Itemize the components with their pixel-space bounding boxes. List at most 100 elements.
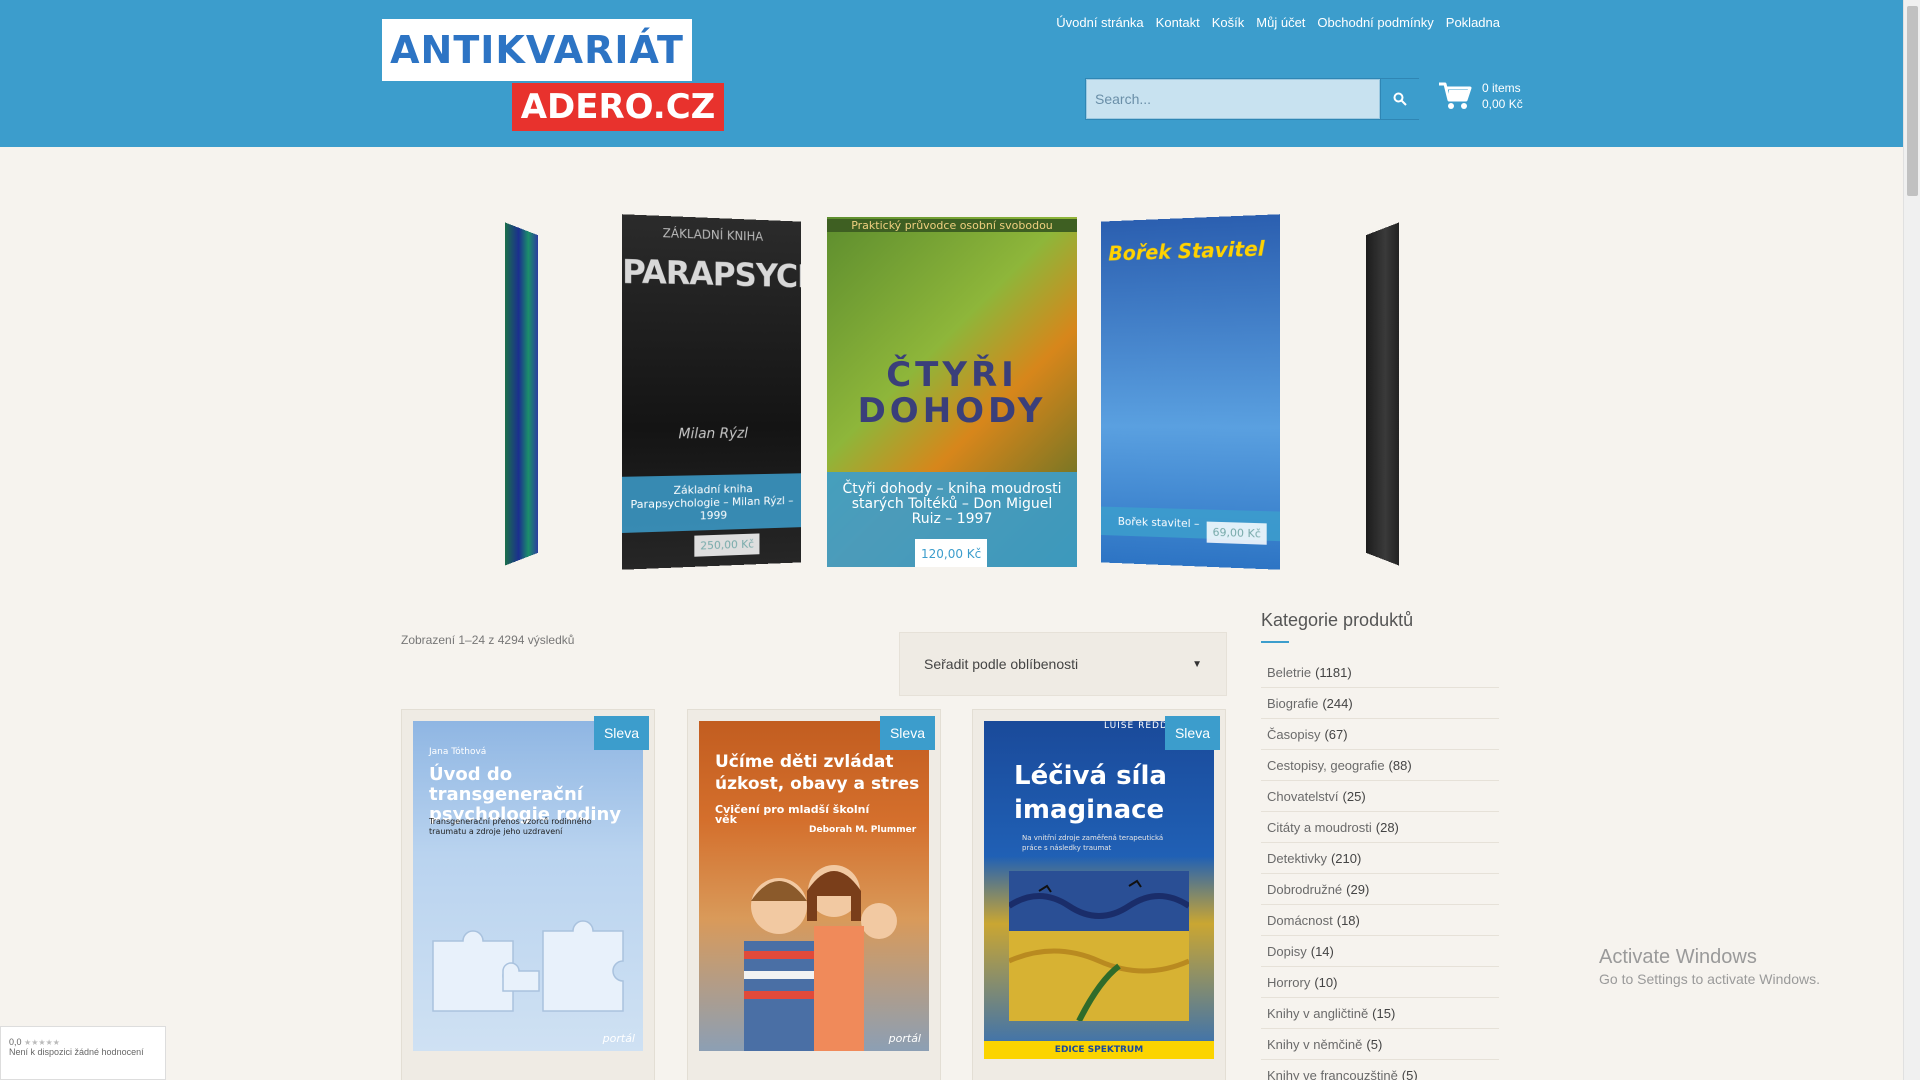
logo-domain[interactable]: ADERO.CZ xyxy=(512,83,724,131)
category-item: Dopisy (14) xyxy=(1261,936,1499,967)
nav-my-account[interactable]: Můj účet xyxy=(1256,15,1305,30)
cover-title: Učíme děti zvládat úzkost, obavy a stres xyxy=(715,751,920,795)
logo-line1: ANTIKVARIÁT xyxy=(390,28,684,72)
product-carousel: ZÁKLADNÍ KNIHA PARAPSYCHOLOGIE Milan Rýz… xyxy=(500,215,1410,575)
orderby-select[interactable]: Seřadit podle oblíbenosti ▼ xyxy=(899,632,1227,696)
category-count: (10) xyxy=(1314,975,1337,990)
carousel-caption[interactable]: Základní kniha Parapsychologie – Milan R… xyxy=(622,473,801,533)
rating-widget[interactable]: 0,0 ★★★★★ Není k dispozici žádné hodnoce… xyxy=(0,1026,166,1080)
cover-title: Léčivá síla imaginace xyxy=(1014,759,1194,827)
category-count: (29) xyxy=(1346,882,1369,897)
category-count: (67) xyxy=(1324,727,1347,742)
cover-publisher: portál xyxy=(889,1032,921,1045)
category-item: Knihy v angličtině (15) xyxy=(1261,998,1499,1029)
book-cover-title: Bořek Stavitel xyxy=(1101,237,1280,265)
category-item: Horrory (10) xyxy=(1261,967,1499,998)
site-header: ANTIKVARIÁT ADERO.CZ Úvodní stránka Kont… xyxy=(0,0,1903,147)
result-count: Zobrazení 1–24 z 4294 výsledků xyxy=(401,633,574,647)
category-link[interactable]: Biografie xyxy=(1267,696,1318,711)
cover-subtitle: Na vnitřní zdroje zaměřená terapeutická … xyxy=(1022,833,1182,853)
category-link[interactable]: Dobrodružné xyxy=(1267,882,1342,897)
cover-author: Deborah M. Plummer xyxy=(809,825,929,835)
category-item: Citáty a moudrosti (28) xyxy=(1261,812,1499,843)
puzzle-illustration xyxy=(423,911,633,1021)
cover-subtitle: Transgenerační přenos vzorců rodinného t… xyxy=(429,817,609,837)
product-image[interactable]: Jana Tóthová Úvod do transgenerační psyc… xyxy=(413,721,643,1051)
category-item: Dobrodružné (29) xyxy=(1261,874,1499,905)
nav-cart[interactable]: Košík xyxy=(1212,15,1245,30)
sale-badge: Sleva xyxy=(594,716,649,750)
category-link[interactable]: Detektivky xyxy=(1267,851,1327,866)
category-item: Časopisy (67) xyxy=(1261,719,1499,750)
rating-text: Není k dispozici žádné hodnocení xyxy=(9,1047,157,1057)
nav-checkout[interactable]: Pokladna xyxy=(1446,15,1500,30)
category-count: (15) xyxy=(1372,1006,1395,1021)
cover-publisher: portál xyxy=(603,1032,635,1045)
category-item: Knihy ve francouzštině (5) xyxy=(1261,1060,1499,1080)
windows-activation-watermark: Activate Windows Go to Settings to activ… xyxy=(1599,946,1820,987)
category-link[interactable]: Knihy ve francouzštině xyxy=(1267,1068,1398,1080)
carousel-book-left[interactable]: ZÁKLADNÍ KNIHA PARAPSYCHOLOGIE Milan Rýz… xyxy=(622,214,801,570)
category-count: (25) xyxy=(1343,789,1366,804)
nav-home[interactable]: Úvodní stránka xyxy=(1056,15,1143,30)
carousel-book-far-left[interactable] xyxy=(505,222,538,565)
top-navigation: Úvodní stránka Kontakt Košík Můj účet Ob… xyxy=(1056,15,1500,30)
cover-author: Jana Tóthová xyxy=(429,747,486,757)
nav-contact[interactable]: Kontakt xyxy=(1156,15,1200,30)
product-image[interactable]: LUISE REDD Léčivá síla imaginace Na vnit… xyxy=(984,721,1214,1059)
category-link[interactable]: Dopisy xyxy=(1267,944,1307,959)
book-cover-title: ČTYŘI DOHODY xyxy=(827,357,1077,429)
category-list: Beletrie (1181) Biografie (244) Časopisy (6… xyxy=(1261,657,1499,1080)
logo[interactable]: ANTIKVARIÁT xyxy=(382,19,692,81)
cover-title: Úvod do transgenerační psychologie rodin… xyxy=(429,765,629,825)
logo-line2: ADERO.CZ xyxy=(521,87,716,127)
product-card[interactable]: Učíme děti zvládat úzkost, obavy a stres… xyxy=(687,709,941,1080)
cart-items-count: 0 items xyxy=(1482,80,1523,96)
category-link[interactable]: Knihy v němčině xyxy=(1267,1037,1362,1052)
category-item: Beletrie (1181) xyxy=(1261,657,1499,688)
nav-terms[interactable]: Obchodní podmínky xyxy=(1317,15,1433,30)
category-item: Knihy v němčině (5) xyxy=(1261,1029,1499,1060)
scrollbar-thumb[interactable] xyxy=(1907,6,1918,196)
children-photo xyxy=(719,851,909,1051)
carousel-book-right[interactable]: Bořek Stavitel Bořek stavitel – 69,00 Kč xyxy=(1101,214,1280,570)
category-link[interactable]: Citáty a moudrosti xyxy=(1267,820,1372,835)
category-link[interactable]: Knihy v angličtině xyxy=(1267,1006,1368,1021)
sidebar-title-underline xyxy=(1261,641,1289,643)
rating-score: 0,0 xyxy=(9,1037,22,1047)
category-count: (88) xyxy=(1389,758,1412,773)
category-count: (28) xyxy=(1376,820,1399,835)
category-count: (5) xyxy=(1366,1037,1382,1052)
sale-badge: Sleva xyxy=(880,716,935,750)
category-item: Biografie (244) xyxy=(1261,688,1499,719)
page-scrollbar[interactable] xyxy=(1903,0,1920,1080)
category-link[interactable]: Beletrie xyxy=(1267,665,1311,680)
orderby-selected: Seřadit podle oblíbenosti xyxy=(924,656,1078,672)
category-item: Domácnost (18) xyxy=(1261,905,1499,936)
category-link[interactable]: Časopisy xyxy=(1267,727,1320,742)
category-count: (1181) xyxy=(1315,665,1352,680)
category-link[interactable]: Cestopisy, geografie xyxy=(1267,758,1385,773)
product-card[interactable]: LUISE REDD Léčivá síla imaginace Na vnit… xyxy=(972,709,1226,1080)
category-link[interactable]: Chovatelství xyxy=(1267,789,1339,804)
search-input[interactable] xyxy=(1086,79,1380,119)
category-link[interactable]: Horrory xyxy=(1267,975,1310,990)
carousel-book-center[interactable]: Praktický průvodce osobní svobodou ČTYŘI… xyxy=(827,217,1077,567)
search-icon xyxy=(1393,92,1407,106)
carousel-price: 120,00 Kč xyxy=(915,539,987,567)
sidebar-title: Kategorie produktů xyxy=(1261,610,1413,631)
product-image[interactable]: Učíme děti zvládat úzkost, obavy a stres… xyxy=(699,721,929,1051)
header-cart[interactable]: 0 items 0,00 Kč xyxy=(1438,80,1523,112)
category-count: (210) xyxy=(1331,851,1361,866)
watermark-title: Activate Windows xyxy=(1599,946,1820,969)
sale-badge: Sleva xyxy=(1165,716,1220,750)
shopping-cart-icon xyxy=(1438,81,1472,111)
product-card[interactable]: Jana Tóthová Úvod do transgenerační psyc… xyxy=(401,709,655,1080)
search-button[interactable] xyxy=(1381,79,1419,119)
category-link[interactable]: Domácnost xyxy=(1267,913,1333,928)
watermark-subtitle: Go to Settings to activate Windows. xyxy=(1599,971,1820,987)
cover-series: EDICE SPEKTRUM xyxy=(984,1041,1214,1059)
carousel-book-far-right[interactable] xyxy=(1366,222,1399,565)
category-count: (244) xyxy=(1322,696,1352,711)
cover-subtitle: Cvičení pro mladší školní věk xyxy=(715,805,895,825)
